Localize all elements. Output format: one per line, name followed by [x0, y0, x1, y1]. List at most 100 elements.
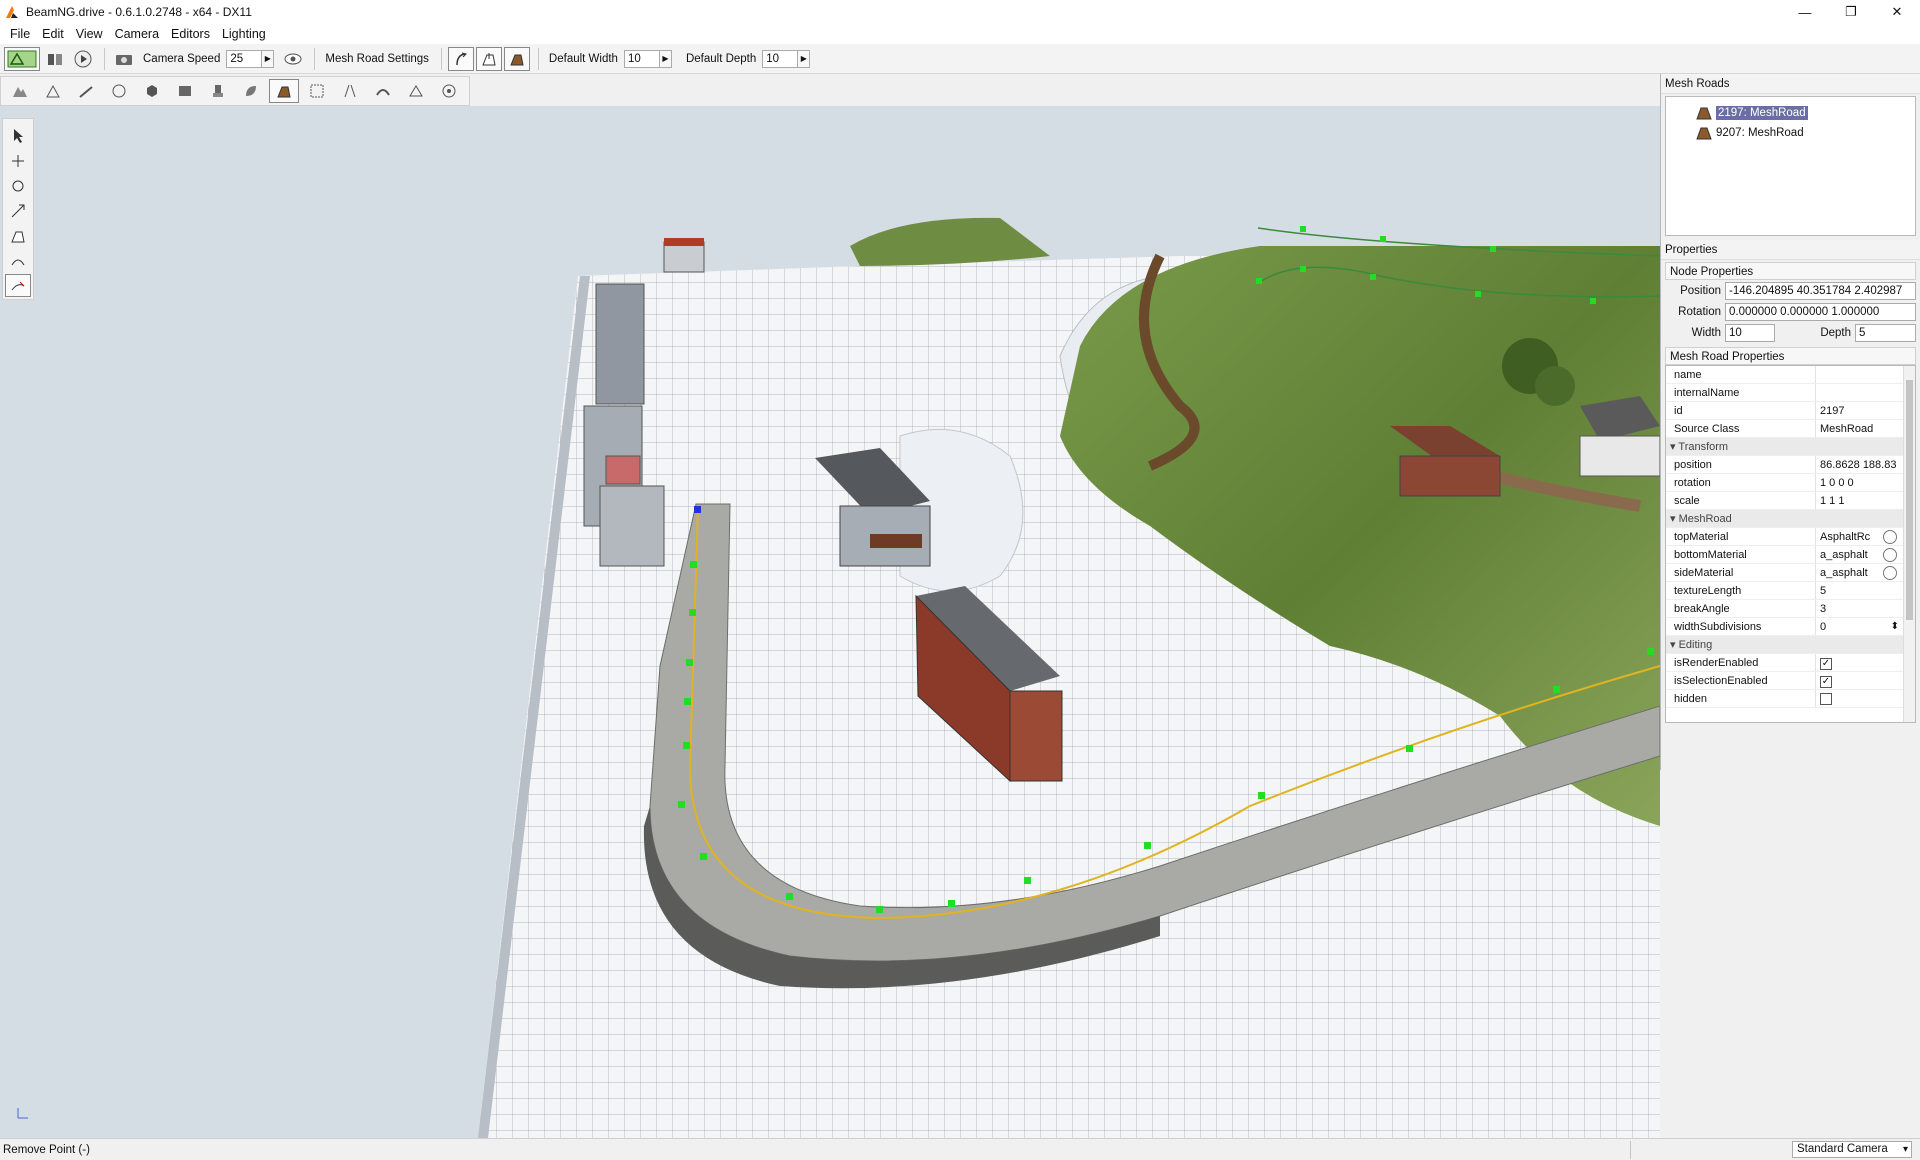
scale-tool-button[interactable]: [5, 199, 31, 222]
tree-item-meshroad-9207[interactable]: 9207: MeshRoad: [1670, 123, 1911, 143]
camera-speed-arrow-icon[interactable]: ▶: [262, 49, 275, 68]
prop-row-selection-enabled[interactable]: isSelectionEnabled ✓: [1666, 672, 1915, 690]
gui-editor-button[interactable]: [42, 47, 68, 71]
prop-value[interactable]: 1 0 0 0: [1816, 474, 1915, 491]
prop-row-render-enabled[interactable]: isRenderEnabled ✓: [1666, 654, 1915, 672]
prop-row-side-material[interactable]: sideMaterial a_asphalt: [1666, 564, 1915, 582]
material-picker-icon[interactable]: [1883, 530, 1897, 544]
node-rotation-input[interactable]: 0.000000 0.000000 1.000000: [1725, 302, 1916, 321]
material-picker-icon[interactable]: [1883, 566, 1897, 580]
menu-file[interactable]: File: [4, 27, 36, 41]
default-depth-input[interactable]: 10: [762, 49, 799, 68]
tool-particle-button[interactable]: [434, 79, 464, 103]
camera-mode-select[interactable]: Standard Camera: [1792, 1141, 1912, 1158]
prop-row-top-material[interactable]: topMaterial AsphaltRc: [1666, 528, 1915, 546]
hidden-checkbox[interactable]: [1820, 693, 1832, 705]
gizmo-toolbar: [2, 118, 34, 300]
tool-forest-button[interactable]: [236, 79, 266, 103]
prop-row-id[interactable]: id 2197: [1666, 402, 1915, 420]
default-width-input[interactable]: 10: [623, 49, 660, 68]
prop-value[interactable]: [1816, 366, 1915, 383]
prop-row-break-angle[interactable]: breakAngle 3: [1666, 600, 1915, 618]
prop-row-name[interactable]: name: [1666, 366, 1915, 384]
scene-viewport[interactable]: [0, 106, 1660, 1138]
prop-value[interactable]: a_asphalt: [1820, 567, 1868, 579]
tool-sphere-button[interactable]: [104, 79, 134, 103]
world-editor-button[interactable]: [4, 46, 40, 71]
maximize-button[interactable]: ❐: [1828, 0, 1874, 24]
toolbar-separator: [314, 47, 316, 70]
tool-decal-button[interactable]: [203, 79, 233, 103]
default-width-field[interactable]: 10 ▶: [623, 49, 672, 68]
prop-value[interactable]: AsphaltRc: [1820, 531, 1870, 543]
add-node-tool-button[interactable]: [5, 224, 31, 247]
close-button[interactable]: ✕: [1874, 0, 1920, 24]
default-depth-arrow-icon[interactable]: ▶: [798, 49, 811, 68]
menu-view[interactable]: View: [70, 27, 109, 41]
menu-camera[interactable]: Camera: [109, 27, 165, 41]
prop-row-source-class[interactable]: Source Class MeshRoad: [1666, 420, 1915, 438]
camera-button[interactable]: [111, 47, 137, 71]
prop-value[interactable]: 5: [1816, 582, 1915, 599]
category-transform[interactable]: ▾ Transform: [1666, 438, 1915, 456]
prop-row-internalname[interactable]: internalName: [1666, 384, 1915, 402]
node-width-input[interactable]: 10: [1725, 323, 1775, 342]
render-enabled-checkbox[interactable]: ✓: [1820, 658, 1832, 670]
select-tool-button[interactable]: [5, 124, 31, 147]
insert-node-tool-button[interactable]: [5, 249, 31, 272]
selection-enabled-checkbox[interactable]: ✓: [1820, 676, 1832, 688]
category-editing[interactable]: ▾ Editing: [1666, 636, 1915, 654]
prop-value: 2197: [1820, 405, 1845, 417]
node-depth-input[interactable]: 5: [1855, 323, 1916, 342]
menu-editors[interactable]: Editors: [165, 27, 216, 41]
camera-speed-input[interactable]: 25: [226, 49, 263, 68]
scrollbar-thumb[interactable]: [1906, 380, 1913, 620]
prop-row-hidden[interactable]: hidden: [1666, 690, 1915, 708]
prop-value[interactable]: 0: [1820, 621, 1826, 633]
prop-row-bottom-material[interactable]: bottomMaterial a_asphalt: [1666, 546, 1915, 564]
move-point-button[interactable]: [475, 46, 502, 71]
play-button[interactable]: [70, 47, 96, 71]
tool-datablock-button[interactable]: [170, 79, 200, 103]
prop-key: sideMaterial: [1666, 564, 1816, 581]
tool-cube-button[interactable]: [137, 79, 167, 103]
menu-edit[interactable]: Edit: [36, 27, 70, 41]
toolbar-separator: [537, 47, 539, 70]
prop-value[interactable]: 3: [1816, 600, 1915, 617]
minimize-button[interactable]: —: [1782, 0, 1828, 24]
menu-lighting[interactable]: Lighting: [216, 27, 272, 41]
tool-river-button[interactable]: [302, 79, 332, 103]
rotate-tool-button[interactable]: [5, 174, 31, 197]
prop-value[interactable]: 1 1 1: [1816, 492, 1915, 509]
prop-row-scale[interactable]: scale 1 1 1: [1666, 492, 1915, 510]
default-width-arrow-icon[interactable]: ▶: [659, 49, 672, 68]
prop-row-texture-length[interactable]: textureLength 5: [1666, 582, 1915, 600]
move-tool-button[interactable]: [5, 149, 31, 172]
select-road-button[interactable]: [447, 46, 474, 71]
tool-road-button[interactable]: [335, 79, 365, 103]
tool-meshroad-button[interactable]: [269, 79, 299, 103]
spinner-icon[interactable]: ⬍: [1891, 618, 1899, 635]
category-meshroad[interactable]: ▾ MeshRoad: [1666, 510, 1915, 528]
tool-paint-button[interactable]: [71, 79, 101, 103]
tool-shape-button[interactable]: [401, 79, 431, 103]
node-position-input[interactable]: -146.204895 40.351784 2.402987: [1725, 281, 1916, 300]
prop-value[interactable]: a_asphalt: [1820, 549, 1868, 561]
tree-item-meshroad-2197[interactable]: 2197: MeshRoad: [1670, 103, 1911, 123]
tool-decal-road-button[interactable]: [368, 79, 398, 103]
prop-row-width-subdivisions[interactable]: widthSubdivisions 0 ⬍: [1666, 618, 1915, 636]
prop-row-position[interactable]: position 86.8628 188.83: [1666, 456, 1915, 474]
tool-mountain-button[interactable]: [38, 79, 68, 103]
tool-terrain-button[interactable]: [5, 79, 35, 103]
prop-value[interactable]: [1816, 384, 1915, 401]
default-depth-field[interactable]: 10 ▶: [762, 49, 811, 68]
add-road-button[interactable]: [503, 46, 530, 71]
visibility-button[interactable]: [280, 47, 306, 71]
property-grid-scrollbar[interactable]: [1903, 366, 1915, 722]
material-picker-icon[interactable]: [1883, 548, 1897, 562]
node-depth-label: Depth: [1820, 326, 1851, 339]
prop-value[interactable]: 86.8628 188.83: [1816, 456, 1915, 473]
camera-speed-field[interactable]: 25 ▶: [226, 49, 275, 68]
prop-row-rotation[interactable]: rotation 1 0 0 0: [1666, 474, 1915, 492]
remove-node-tool-button[interactable]: [5, 274, 31, 297]
